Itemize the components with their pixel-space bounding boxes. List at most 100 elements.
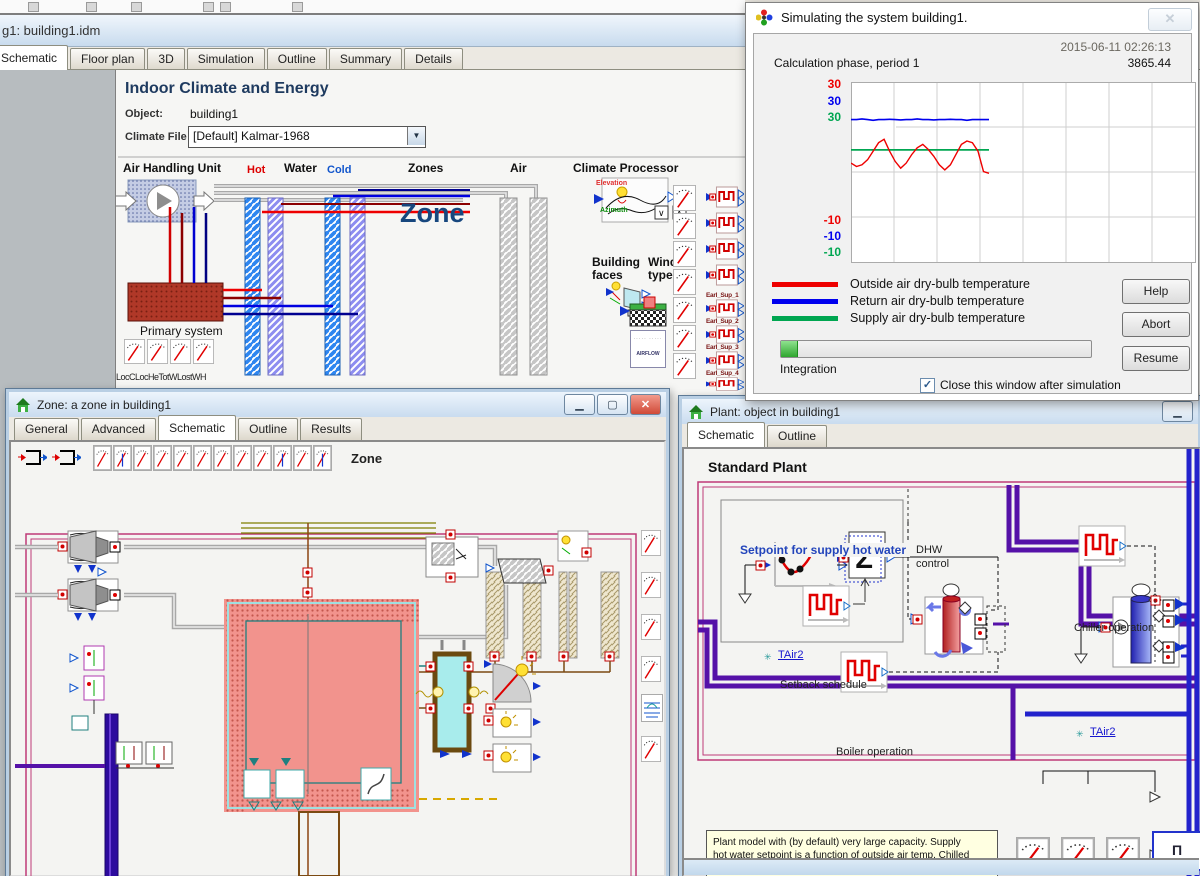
gauge-icon[interactable] [293, 445, 312, 471]
gauge-icon[interactable] [641, 572, 661, 598]
tair2-link[interactable]: TAir2 [778, 649, 803, 661]
sim-dialog-titlebar[interactable]: Simulating the system building1. [746, 3, 1198, 31]
minimize-button[interactable]: ▁ [1162, 401, 1193, 422]
supply-link-label[interactable]: Earl_Sup_4 [706, 370, 738, 377]
schedule-icon[interactable] [706, 238, 744, 260]
schedule-icon[interactable] [706, 377, 744, 391]
tair2-link-2[interactable]: TAir2 [1090, 726, 1115, 738]
lighting-icon[interactable] [484, 709, 541, 772]
maximize-button[interactable]: ▢ [597, 394, 628, 415]
gauge-icon[interactable] [253, 445, 272, 471]
tab-3d[interactable]: 3D [147, 48, 184, 70]
gauge-icon[interactable] [170, 339, 191, 364]
hot-water-coil[interactable] [245, 198, 260, 375]
supply-link-label[interactable]: Earl_Sup_2 [706, 318, 738, 325]
tab-zone-results[interactable]: Results [300, 418, 362, 440]
gauge-icon[interactable] [673, 353, 696, 379]
thermal-bridge-icon[interactable] [558, 531, 591, 561]
boiler-icon[interactable] [908, 522, 1005, 656]
gauge-icon[interactable] [124, 339, 145, 364]
wave-meter-icon[interactable] [641, 694, 663, 722]
close-after-sim-checkbox[interactable]: ✓ [920, 378, 935, 393]
gauge-icon[interactable] [673, 185, 696, 211]
close-button[interactable]: ✕ [630, 394, 661, 415]
return-fan-icon[interactable] [68, 531, 120, 573]
gauge-icon[interactable] [213, 445, 232, 471]
air-duct-bar[interactable] [500, 198, 517, 375]
tab-summary[interactable]: Summary [329, 48, 402, 70]
horizontal-scrollbar[interactable] [684, 858, 1199, 875]
gauge-icon[interactable] [273, 445, 292, 471]
help-button[interactable]: Help [1122, 279, 1190, 304]
tab-plant-outline[interactable]: Outline [767, 425, 827, 447]
zone-window-titlebar[interactable]: Zone: a zone in building1 ▁ ▢ ✕ [9, 392, 666, 417]
gauge-icon[interactable] [641, 530, 661, 556]
leak-component[interactable] [426, 530, 478, 582]
tab-zone-schematic[interactable]: Schematic [158, 415, 236, 440]
zone-body[interactable] [224, 599, 419, 812]
gauge-icon[interactable] [313, 445, 332, 471]
toolbar-icon[interactable] [292, 2, 303, 12]
toolbar-icon[interactable] [86, 2, 97, 12]
sim-time-value: 3865.44 [1128, 56, 1171, 70]
gauge-icon[interactable] [193, 339, 214, 364]
supply-link-label[interactable]: Earl_Sup_3 [706, 344, 738, 351]
gauge-icon[interactable] [641, 614, 661, 640]
tab-outline[interactable]: Outline [267, 48, 327, 70]
schedule-icon[interactable] [706, 186, 744, 208]
toolbar-icon[interactable] [220, 2, 231, 12]
sum-block-icon[interactable]: Σ [837, 532, 895, 582]
gauge-icon[interactable] [173, 445, 192, 471]
tab-floor-plan[interactable]: Floor plan [70, 48, 145, 70]
ahu-icon[interactable] [116, 180, 214, 222]
gauge-icon[interactable] [153, 445, 172, 471]
gauge-icon[interactable] [93, 445, 112, 471]
tab-details[interactable]: Details [404, 48, 463, 70]
abort-button[interactable]: Abort [1122, 312, 1190, 337]
gauge-icon[interactable] [113, 445, 132, 471]
airflow-icon[interactable]: ····· ····· AIRFLOW [630, 330, 666, 368]
tab-general[interactable]: General [14, 418, 79, 440]
gauge-icon[interactable] [193, 445, 212, 471]
close-icon[interactable]: ✕ [1148, 8, 1192, 31]
gauge-icon[interactable] [147, 339, 168, 364]
tab-zone-outline[interactable]: Outline [238, 418, 298, 440]
port-in-icon[interactable] [17, 446, 47, 470]
schedule-icon[interactable] [706, 351, 744, 370]
gauge-icon[interactable] [673, 269, 696, 295]
schedule-icon[interactable] [706, 212, 744, 234]
schedule-icon[interactable] [706, 299, 744, 318]
cold-water-coil[interactable] [268, 198, 283, 375]
primary-system-icon[interactable] [128, 283, 223, 321]
zone-schematic-canvas[interactable] [15, 522, 666, 876]
gauge-icon[interactable] [673, 241, 696, 267]
supply-fan-icon[interactable] [68, 579, 120, 621]
tab-advanced[interactable]: Advanced [81, 418, 156, 440]
schedule-icon[interactable] [706, 325, 744, 344]
tab-plant-schematic[interactable]: Schematic [687, 422, 765, 447]
simulation-dialog: Simulating the system building1. ✕ 2015-… [745, 2, 1199, 401]
gauge-icon[interactable] [673, 213, 696, 239]
port-out-icon[interactable] [51, 446, 81, 470]
main-window-titlebar[interactable]: g1: building1.idm [0, 15, 747, 47]
daylight-icon[interactable] [484, 656, 541, 702]
tab-schematic[interactable]: Schematic [0, 45, 68, 70]
water-riser[interactable] [70, 646, 174, 876]
zone-node-label[interactable]: Zone [400, 198, 465, 229]
supply-link-label[interactable]: Earl_Sup_1 [706, 292, 738, 299]
plant-schematic-canvas[interactable]: Σ [685, 449, 1200, 876]
tab-simulation[interactable]: Simulation [187, 48, 265, 70]
toolbar-icon[interactable] [203, 2, 214, 12]
gauge-icon[interactable] [641, 736, 661, 762]
plant-window-titlebar[interactable]: Plant: object in building1 ▁ [682, 399, 1198, 424]
resume-button[interactable]: Resume [1122, 346, 1190, 371]
toolbar-icon[interactable] [28, 2, 39, 12]
toolbar-icon[interactable] [131, 2, 142, 12]
gauge-icon[interactable] [133, 445, 152, 471]
gauge-icon[interactable] [641, 656, 661, 682]
gauge-icon[interactable] [233, 445, 252, 471]
gauge-icon[interactable] [673, 297, 696, 323]
gauge-icon[interactable] [673, 325, 696, 351]
schedule-icon[interactable] [706, 264, 744, 286]
minimize-button[interactable]: ▁ [564, 394, 595, 415]
